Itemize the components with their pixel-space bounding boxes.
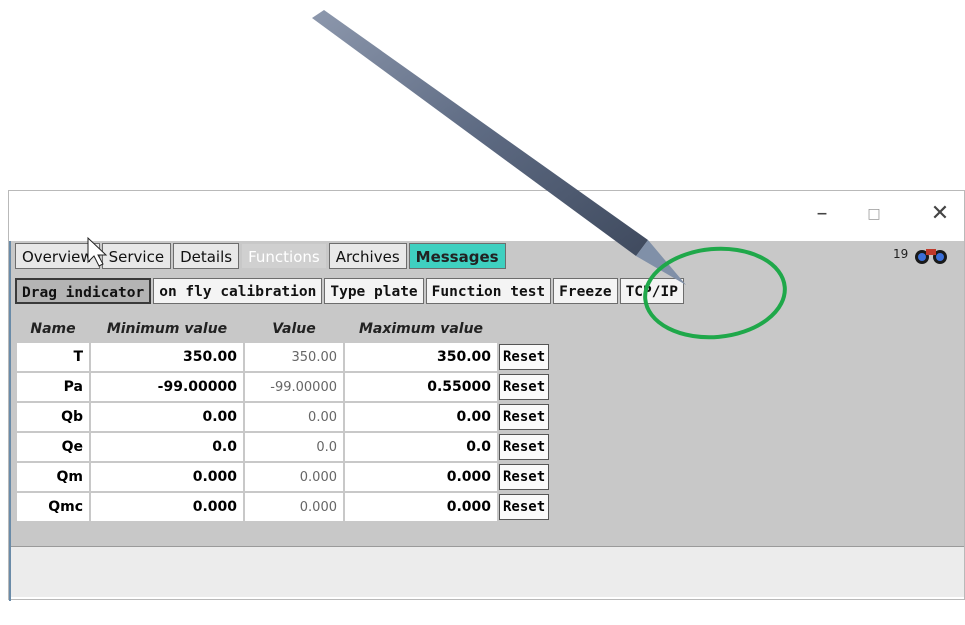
row-value: 350.00 [245, 343, 343, 371]
row-value: 0.00 [245, 403, 343, 431]
tab-messages[interactable]: Messages [408, 243, 506, 269]
close-button[interactable]: ✕ [925, 201, 955, 227]
subtab-on-fly-calibration[interactable]: on fly calibration [153, 278, 323, 304]
row-name: T [17, 343, 89, 371]
row-name: Qe [17, 433, 89, 461]
column-header-value: Value [245, 317, 343, 341]
table-row: Qm 0.000 0.000 0.000 Reset [17, 463, 550, 491]
tab-archives[interactable]: Archives [328, 243, 407, 269]
subtab-function-test[interactable]: Function test [425, 278, 552, 304]
row-name: Qmc [17, 493, 89, 521]
subtab-tcp-ip[interactable]: TCP/IP [619, 278, 684, 304]
title-bar: – □ ✕ [9, 191, 964, 241]
status-strip [11, 546, 964, 597]
reset-cell: Reset [499, 343, 550, 371]
tab-details[interactable]: Details [173, 243, 240, 269]
table-row: Qb 0.00 0.00 0.00 Reset [17, 403, 550, 431]
table-header-row: Name Minimum value Value Maximum value [17, 317, 549, 341]
main-tabbar: Overview Service Details Functions Archi… [15, 243, 508, 271]
table-row: Qe 0.0 0.0 0.0 Reset [17, 433, 550, 461]
row-name: Qb [17, 403, 89, 431]
column-header-minimum: Minimum value [91, 317, 243, 341]
function-subtabbar: Drag indicator on fly calibration Type p… [15, 278, 686, 306]
reset-button[interactable]: Reset [499, 404, 550, 430]
row-name: Pa [17, 373, 89, 401]
column-header-name: Name [17, 317, 89, 341]
maximize-button[interactable]: □ [859, 201, 889, 227]
main-panel: Overview Service Details Functions Archi… [11, 241, 964, 596]
row-minimum: -99.00000 [91, 373, 243, 401]
row-name: Qm [17, 463, 89, 491]
row-maximum: 0.000 [345, 463, 497, 491]
subtab-type-plate[interactable]: Type plate [324, 278, 424, 304]
app-window: – □ ✕ Overview Service Details Functions… [8, 190, 965, 601]
row-value: 0.000 [245, 493, 343, 521]
row-minimum: 0.000 [91, 463, 243, 491]
row-value: -99.00000 [245, 373, 343, 401]
row-maximum: 0.0 [345, 433, 497, 461]
row-value: 0.000 [245, 463, 343, 491]
reset-button[interactable]: Reset [499, 374, 550, 400]
row-maximum: 350.00 [345, 343, 497, 371]
binoculars-icon[interactable] [906, 245, 956, 265]
tab-functions[interactable]: Functions [241, 243, 327, 269]
reset-button[interactable]: Reset [499, 434, 550, 460]
subtab-drag-indicator[interactable]: Drag indicator [15, 278, 152, 304]
row-maximum: 0.55000 [345, 373, 497, 401]
row-minimum: 0.00 [91, 403, 243, 431]
table-row: T 350.00 350.00 350.00 Reset [17, 343, 550, 371]
row-maximum: 0.000 [345, 493, 497, 521]
reset-button[interactable]: Reset [499, 494, 550, 520]
reset-cell: Reset [499, 403, 550, 431]
drag-indicator-table: Name Minimum value Value Maximum value T… [15, 315, 551, 523]
row-minimum: 0.000 [91, 493, 243, 521]
row-value: 0.0 [245, 433, 343, 461]
column-header-maximum: Maximum value [345, 317, 497, 341]
row-minimum: 350.00 [91, 343, 243, 371]
table-row: Pa -99.00000 -99.00000 0.55000 Reset [17, 373, 550, 401]
reset-cell: Reset [499, 433, 550, 461]
row-maximum: 0.00 [345, 403, 497, 431]
table-row: Qmc 0.000 0.000 0.000 Reset [17, 493, 550, 521]
subtab-freeze[interactable]: Freeze [553, 278, 618, 304]
tab-service[interactable]: Service [101, 243, 172, 269]
reset-cell: Reset [499, 463, 550, 491]
reset-cell: Reset [499, 373, 550, 401]
row-minimum: 0.0 [91, 433, 243, 461]
minimize-button[interactable]: – [807, 201, 837, 227]
reset-button[interactable]: Reset [499, 344, 550, 370]
reset-button[interactable]: Reset [499, 464, 550, 490]
reset-cell: Reset [499, 493, 550, 521]
tab-overview[interactable]: Overview [15, 243, 100, 269]
